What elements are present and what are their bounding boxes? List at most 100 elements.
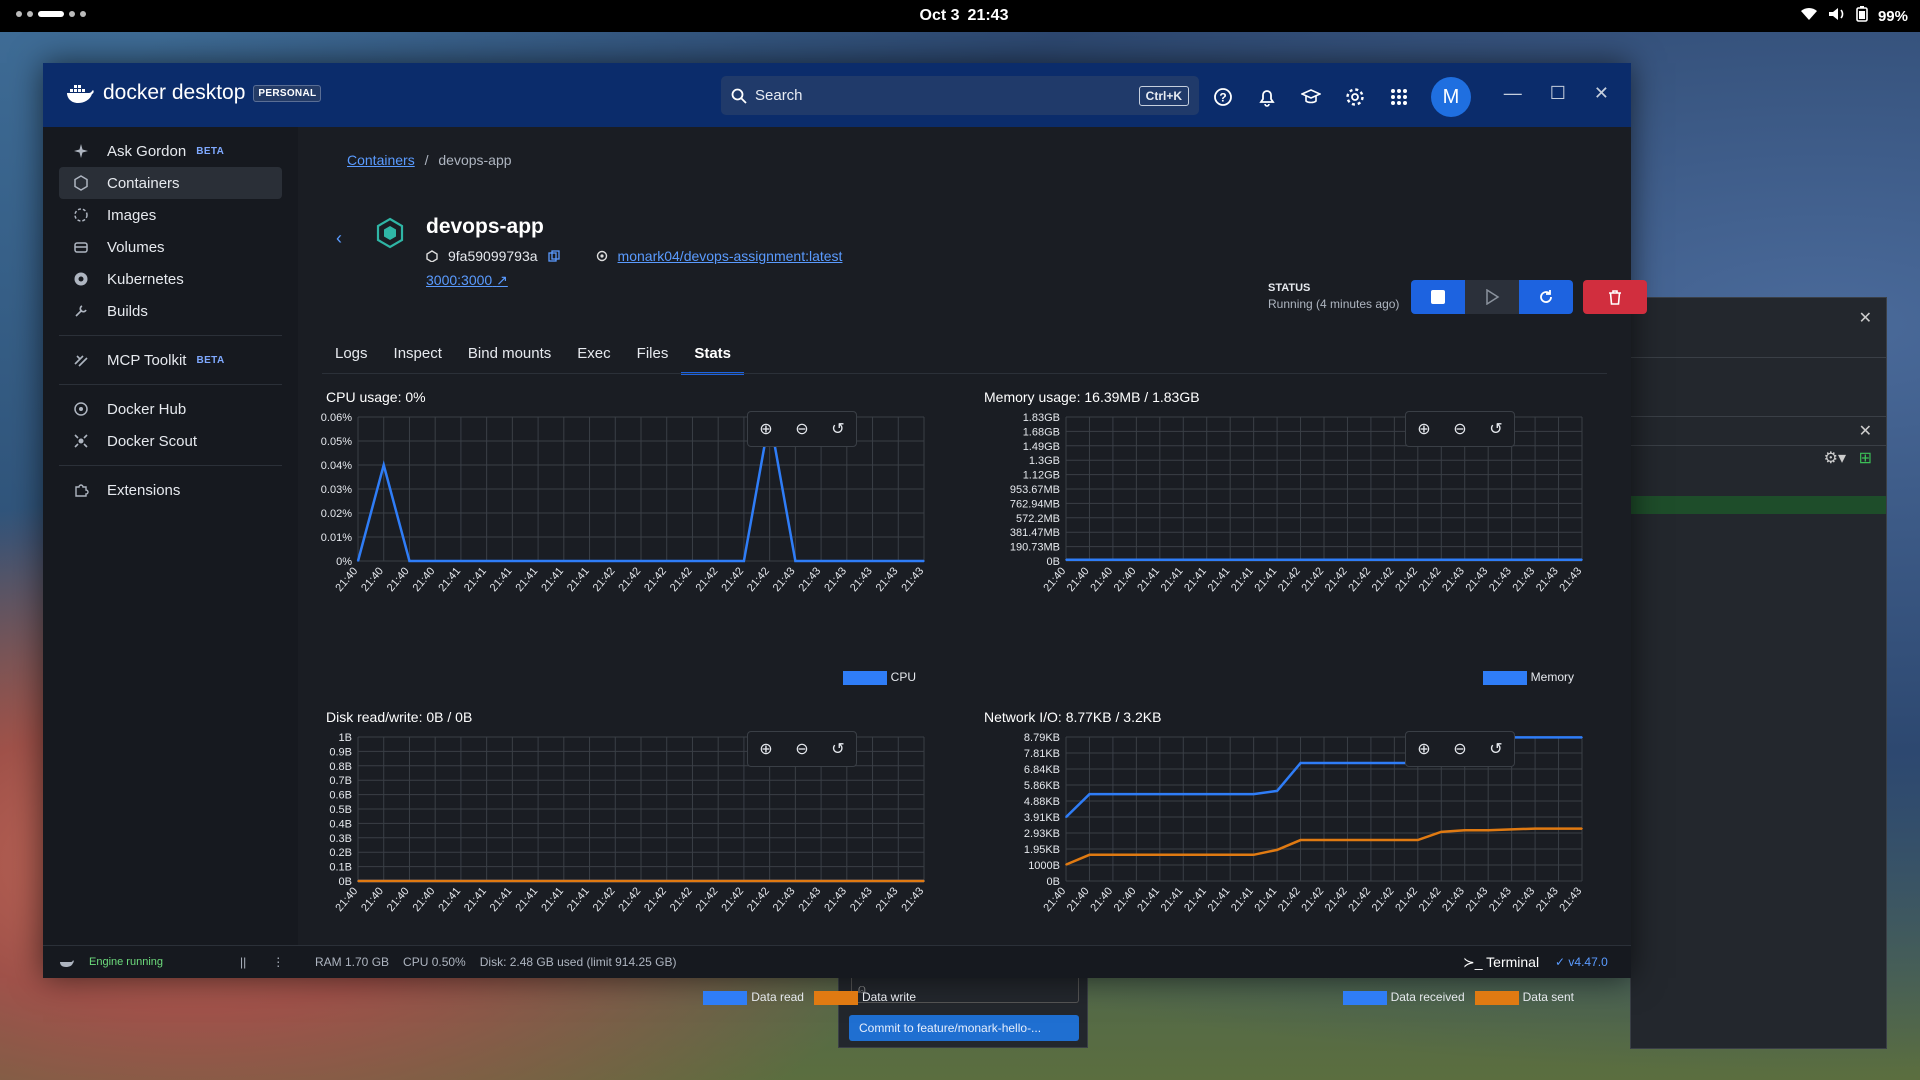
tab-exec[interactable]: Exec (564, 345, 623, 375)
stop-button[interactable] (1411, 280, 1465, 314)
port-link[interactable]: 3000:3000 ↗ (426, 272, 508, 289)
legend-item[interactable]: Memory (1482, 670, 1574, 685)
apps-grid-icon[interactable] (1387, 85, 1411, 109)
search-bar[interactable]: Search Ctrl+K (721, 76, 1199, 115)
tab-files[interactable]: Files (624, 345, 682, 375)
start-button[interactable] (1465, 280, 1519, 314)
pause-icon[interactable]: || (240, 955, 246, 969)
legend-item[interactable]: Data received (1342, 990, 1465, 1005)
sidebar-item-ask-gordon[interactable]: Ask Gordon BETA (59, 135, 282, 167)
sidebar-item-docker-hub[interactable]: Docker Hub (59, 393, 282, 425)
delete-button[interactable] (1583, 280, 1647, 314)
zoom-in-icon[interactable]: ⊕ (1406, 412, 1442, 446)
breadcrumb-containers-link[interactable]: Containers (347, 152, 415, 168)
tab-stats[interactable]: Stats (681, 345, 745, 375)
x-tick-label: 21:40 (1065, 885, 1092, 914)
reset-zoom-icon[interactable]: ↺ (1478, 412, 1514, 446)
zoom-in-icon[interactable]: ⊕ (1406, 732, 1442, 766)
data-point (511, 880, 514, 882)
breadcrumb: Containers / devops-app (347, 152, 512, 168)
zoom-out-icon[interactable]: ⊖ (784, 732, 820, 766)
x-tick-label: 21:42 (1370, 885, 1397, 914)
zoom-in-icon[interactable]: ⊕ (748, 412, 784, 446)
battery-icon[interactable] (1856, 6, 1868, 26)
zoom-out-icon[interactable]: ⊖ (1442, 412, 1478, 446)
gear-icon[interactable]: ⚙▾ (1824, 448, 1846, 468)
restart-button[interactable] (1519, 280, 1573, 314)
x-tick-label: 21:41 (1229, 565, 1256, 594)
avatar[interactable]: M (1431, 77, 1471, 117)
sidebar-item-volumes[interactable]: Volumes (59, 231, 282, 263)
y-tick-label: 0.8B (329, 761, 352, 773)
tab-bind-mounts[interactable]: Bind mounts (455, 345, 564, 375)
data-point (1065, 816, 1067, 818)
legend-item[interactable]: Data sent (1474, 990, 1574, 1005)
image-link[interactable]: monark04/devops-assignment:latest (618, 248, 843, 264)
workspace-indicator[interactable] (16, 11, 86, 17)
x-tick-label: 21:42 (616, 885, 643, 914)
learning-center-icon[interactable] (1299, 85, 1323, 109)
legend-item[interactable]: Data write (813, 990, 916, 1005)
x-tick-label: 21:43 (848, 565, 875, 594)
x-tick-label: 21:40 (411, 565, 438, 594)
add-icon[interactable]: ⊞ (1859, 448, 1872, 468)
data-point (794, 560, 797, 562)
data-point (1440, 558, 1443, 561)
maximize-icon[interactable]: ☐ (1550, 83, 1566, 104)
version-label[interactable]: ✓ v4.47.0 (1555, 955, 1608, 969)
zoom-in-icon[interactable]: ⊕ (748, 732, 784, 766)
wifi-icon[interactable] (1800, 7, 1818, 25)
sidebar-item-label: Containers (107, 174, 180, 192)
data-point (640, 880, 642, 882)
copy-icon[interactable] (547, 250, 560, 262)
sidebar-item-images[interactable]: Images (59, 199, 282, 231)
terminal-button[interactable]: ≻_ Terminal (1463, 954, 1539, 971)
volume-icon[interactable] (1828, 7, 1846, 25)
engine-status[interactable]: Engine running (59, 956, 163, 968)
sidebar-item-docker-scout[interactable]: Docker Scout (59, 425, 282, 457)
tab-inspect[interactable]: Inspect (381, 345, 455, 375)
sidebar-item-mcp-toolkit[interactable]: MCP Toolkit BETA (59, 344, 282, 376)
volume-icon (73, 239, 89, 255)
detail-tabs: Logs Inspect Bind mounts Exec Files Stats (322, 345, 745, 375)
settings-icon[interactable] (1343, 85, 1367, 109)
x-tick-label: 21:41 (488, 565, 515, 594)
x-tick-label: 21:43 (796, 885, 823, 914)
sidebar-item-extensions[interactable]: Extensions (59, 474, 282, 506)
memory-legend: Memory (1482, 670, 1574, 685)
reset-zoom-icon[interactable]: ↺ (820, 412, 856, 446)
data-point (1581, 827, 1583, 830)
data-point (1205, 793, 1208, 795)
sidebar-item-builds[interactable]: Builds (59, 295, 282, 327)
close-icon[interactable]: ✕ (1859, 421, 1872, 441)
tab-logs[interactable]: Logs (322, 345, 381, 375)
x-tick-label: 21:42 (1299, 885, 1326, 914)
reset-zoom-icon[interactable]: ↺ (1478, 732, 1514, 766)
sidebar-item-kubernetes[interactable]: Kubernetes (59, 263, 282, 295)
reset-zoom-icon[interactable]: ↺ (820, 732, 856, 766)
minimize-icon[interactable]: — (1504, 83, 1522, 104)
data-point (1534, 827, 1536, 830)
x-tick-label: 21:43 (1534, 565, 1561, 594)
zoom-out-icon[interactable]: ⊖ (1442, 732, 1478, 766)
zoom-out-icon[interactable]: ⊖ (784, 412, 820, 446)
data-point (1370, 839, 1372, 841)
back-chevron-icon[interactable]: ‹ (336, 228, 342, 249)
help-icon[interactable]: ? (1211, 85, 1235, 109)
trash-icon (1609, 290, 1621, 305)
legend-item[interactable]: Data read (703, 990, 804, 1005)
sidebar-item-containers[interactable]: Containers (59, 167, 282, 199)
x-tick-label: 21:40 (385, 565, 412, 594)
close-icon[interactable]: ✕ (1859, 308, 1872, 328)
x-tick-label: 21:42 (1276, 565, 1303, 594)
more-options-icon[interactable]: ⋮ (272, 955, 284, 969)
data-point (691, 560, 694, 562)
clock[interactable]: Oct 3 21:43 (912, 7, 1009, 25)
close-icon[interactable]: ✕ (1594, 83, 1609, 104)
system-tray[interactable]: 99% (1800, 6, 1908, 26)
notifications-icon[interactable] (1255, 85, 1279, 109)
data-point (1393, 839, 1396, 841)
legend-item[interactable]: CPU (842, 670, 916, 685)
commit-button[interactable]: Commit to feature/monark-hello-... (849, 1015, 1079, 1041)
data-point (1159, 853, 1161, 856)
